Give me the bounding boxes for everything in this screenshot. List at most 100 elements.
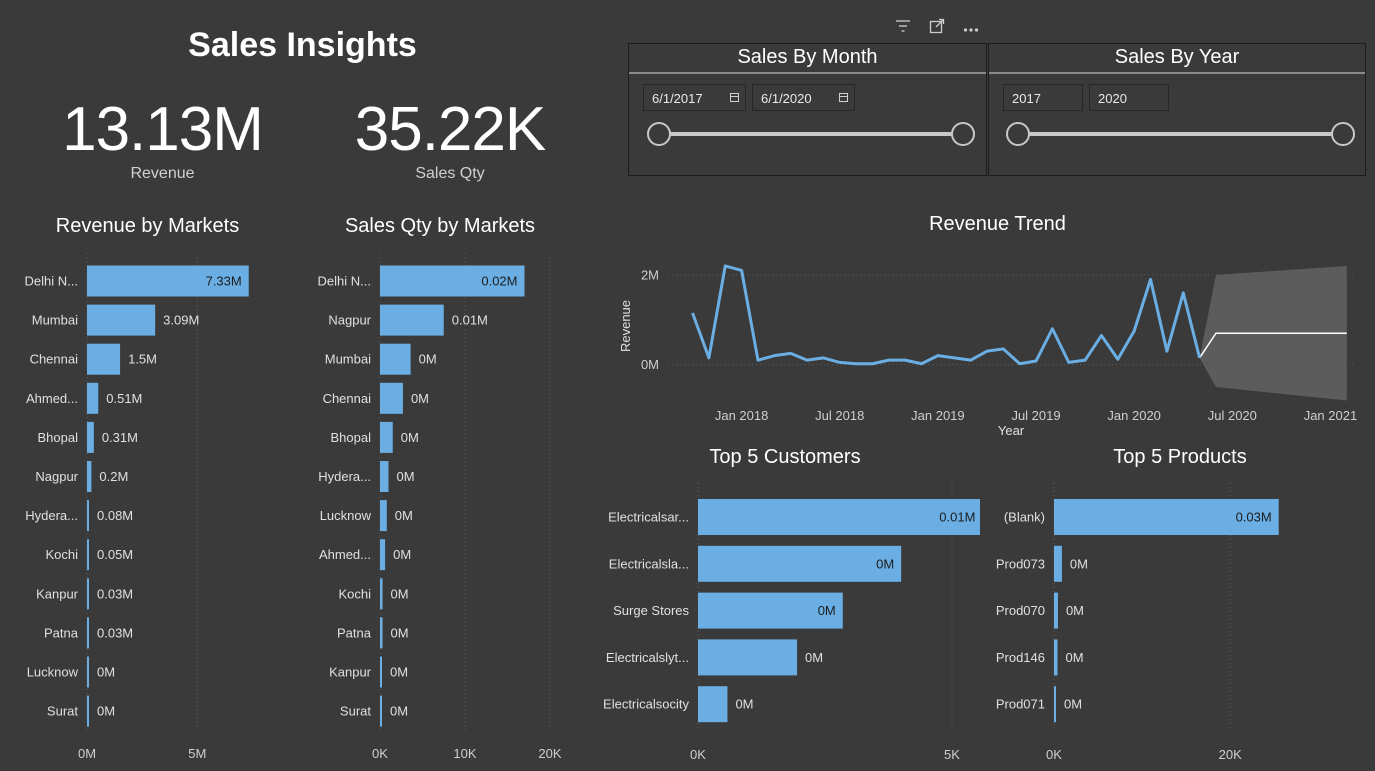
more-options-icon[interactable] <box>961 18 981 38</box>
x-tick-label: Jul 2020 <box>1208 408 1257 423</box>
kpi-card-revenue[interactable]: 13.13M Revenue <box>40 95 285 190</box>
category-label: Prod073 <box>996 556 1045 571</box>
bar[interactable] <box>87 304 156 336</box>
year-slider-end-handle[interactable] <box>1331 122 1355 146</box>
category-label: Electricalsla... <box>609 556 689 571</box>
bar[interactable] <box>87 656 89 688</box>
month-slider-track[interactable] <box>659 132 964 136</box>
month-slider-end-handle[interactable] <box>951 122 975 146</box>
bar[interactable] <box>87 617 89 649</box>
year-start-field[interactable]: 2017 <box>1003 84 1083 111</box>
bar[interactable] <box>1054 592 1058 629</box>
data-label: 0M <box>1066 650 1084 665</box>
data-label: 0.08M <box>97 508 133 523</box>
bar[interactable] <box>380 304 444 336</box>
data-label: 0.03M <box>97 625 133 640</box>
filter-icon[interactable] <box>893 18 913 38</box>
month-start-date-field[interactable]: 6/1/2017 <box>643 84 746 111</box>
bar[interactable] <box>380 617 383 649</box>
kpi-card-sales-qty[interactable]: 35.22K Sales Qty <box>325 95 575 190</box>
kpi-sales-qty-value: 35.22K <box>354 95 547 164</box>
bar[interactable] <box>380 500 387 532</box>
data-label: 0.51M <box>106 391 142 406</box>
focus-mode-icon[interactable] <box>927 18 947 38</box>
bar[interactable] <box>380 539 386 571</box>
revenue-trend-chart[interactable]: 0M 2M Jan 2018 Jul 2018 Jan 2019 Jul 2019 Jan … <box>600 240 1375 440</box>
data-label: 0M <box>876 556 894 571</box>
bar[interactable] <box>1054 545 1062 582</box>
category-label: Electricalsocity <box>603 697 689 712</box>
bar[interactable] <box>380 461 389 492</box>
month-start-date-value: 6/1/2017 <box>652 91 703 106</box>
y-tick-label: 0M <box>641 357 659 372</box>
bar[interactable] <box>87 461 92 492</box>
slicer-year-title: Sales By Year <box>989 44 1365 74</box>
category-label: Patna <box>337 625 372 640</box>
year-end-field[interactable]: 2020 <box>1089 84 1169 111</box>
calendar-icon[interactable] <box>839 93 848 102</box>
revenue-by-markets-chart[interactable]: 0M 5M Delhi N... 7.33M Mumbai 3.09M Chennai 1.5… <box>0 248 300 768</box>
bar[interactable] <box>698 499 980 535</box>
category-label: Nagpur <box>35 469 78 484</box>
category-label: Mumbai <box>325 352 371 367</box>
sales-qty-by-markets-chart[interactable]: 0K 10K 20K Delhi N... 0.02M Nagpur 0.01M Mumbai… <box>300 248 590 768</box>
month-slider-start-handle[interactable] <box>647 122 671 146</box>
category-label: Electricalslyt... <box>606 650 689 665</box>
data-label: 0.31M <box>102 430 138 445</box>
bar[interactable] <box>380 578 383 610</box>
category-label: Surat <box>340 704 371 719</box>
bar[interactable] <box>87 382 99 414</box>
x-axis-title: Year <box>998 423 1025 438</box>
x-tick-label: Jul 2019 <box>1011 408 1060 423</box>
top5-customers-chart[interactable]: 0K 5K Electricalsar... 0.01M Electricalsla..… <box>580 478 980 768</box>
bar[interactable] <box>380 656 382 688</box>
category-label: Kanpur <box>329 665 372 680</box>
data-label: 3.09M <box>163 313 199 328</box>
data-label: 0M <box>390 704 408 719</box>
data-label: 0.2M <box>99 469 128 484</box>
data-label: 0.02M <box>481 274 517 289</box>
category-label: Bhopal <box>331 430 372 445</box>
revenue-series-line[interactable] <box>691 264 1202 366</box>
x-tick-label: Jan 2021 <box>1304 408 1358 423</box>
data-label: 0M <box>391 625 409 640</box>
data-label: 0M <box>395 508 413 523</box>
bar[interactable] <box>1054 686 1056 723</box>
bar[interactable] <box>698 639 798 676</box>
bar[interactable] <box>698 545 902 582</box>
category-label: Kochi <box>45 547 78 562</box>
bar[interactable] <box>380 695 382 727</box>
category-label: Chennai <box>323 391 372 406</box>
kpi-sales-qty-label: Sales Qty <box>415 165 485 182</box>
category-label: Kanpur <box>36 586 79 601</box>
data-label: 0M <box>411 391 429 406</box>
bar[interactable] <box>1054 639 1058 676</box>
x-tick-label: Jan 2019 <box>911 408 965 423</box>
data-label: 0M <box>393 547 411 562</box>
year-start-value: 2017 <box>1012 91 1041 106</box>
bar[interactable] <box>380 382 403 414</box>
slicer-sales-by-year[interactable]: Sales By Year 2017 2020 <box>988 43 1366 176</box>
x-tick-label: 5M <box>188 746 206 761</box>
category-label: Chennai <box>30 352 79 367</box>
year-slider-track[interactable] <box>1019 132 1344 136</box>
calendar-icon[interactable] <box>730 93 739 102</box>
top5-products-chart[interactable]: 0K 20K (Blank) 0.03M Prod073 0M Prod070 0M Prod1… <box>980 478 1375 768</box>
bar[interactable] <box>87 500 89 532</box>
slicer-sales-by-month[interactable]: Sales By Month 6/1/2017 6/1/2020 <box>628 43 987 176</box>
data-label: 0.03M <box>1236 510 1272 525</box>
bar[interactable] <box>87 539 89 571</box>
bar[interactable] <box>87 421 94 453</box>
bar[interactable] <box>380 421 393 453</box>
bar[interactable] <box>380 343 411 375</box>
month-end-date-value: 6/1/2020 <box>761 91 812 106</box>
year-slider-start-handle[interactable] <box>1006 122 1030 146</box>
x-tick-label: 0K <box>1046 747 1062 762</box>
bar[interactable] <box>87 343 121 375</box>
bar[interactable] <box>87 578 89 610</box>
month-end-date-field[interactable]: 6/1/2020 <box>752 84 855 111</box>
data-label: 0M <box>391 586 409 601</box>
bar[interactable] <box>87 695 89 727</box>
data-label: 0.01M <box>452 313 488 328</box>
bar[interactable] <box>698 686 728 723</box>
